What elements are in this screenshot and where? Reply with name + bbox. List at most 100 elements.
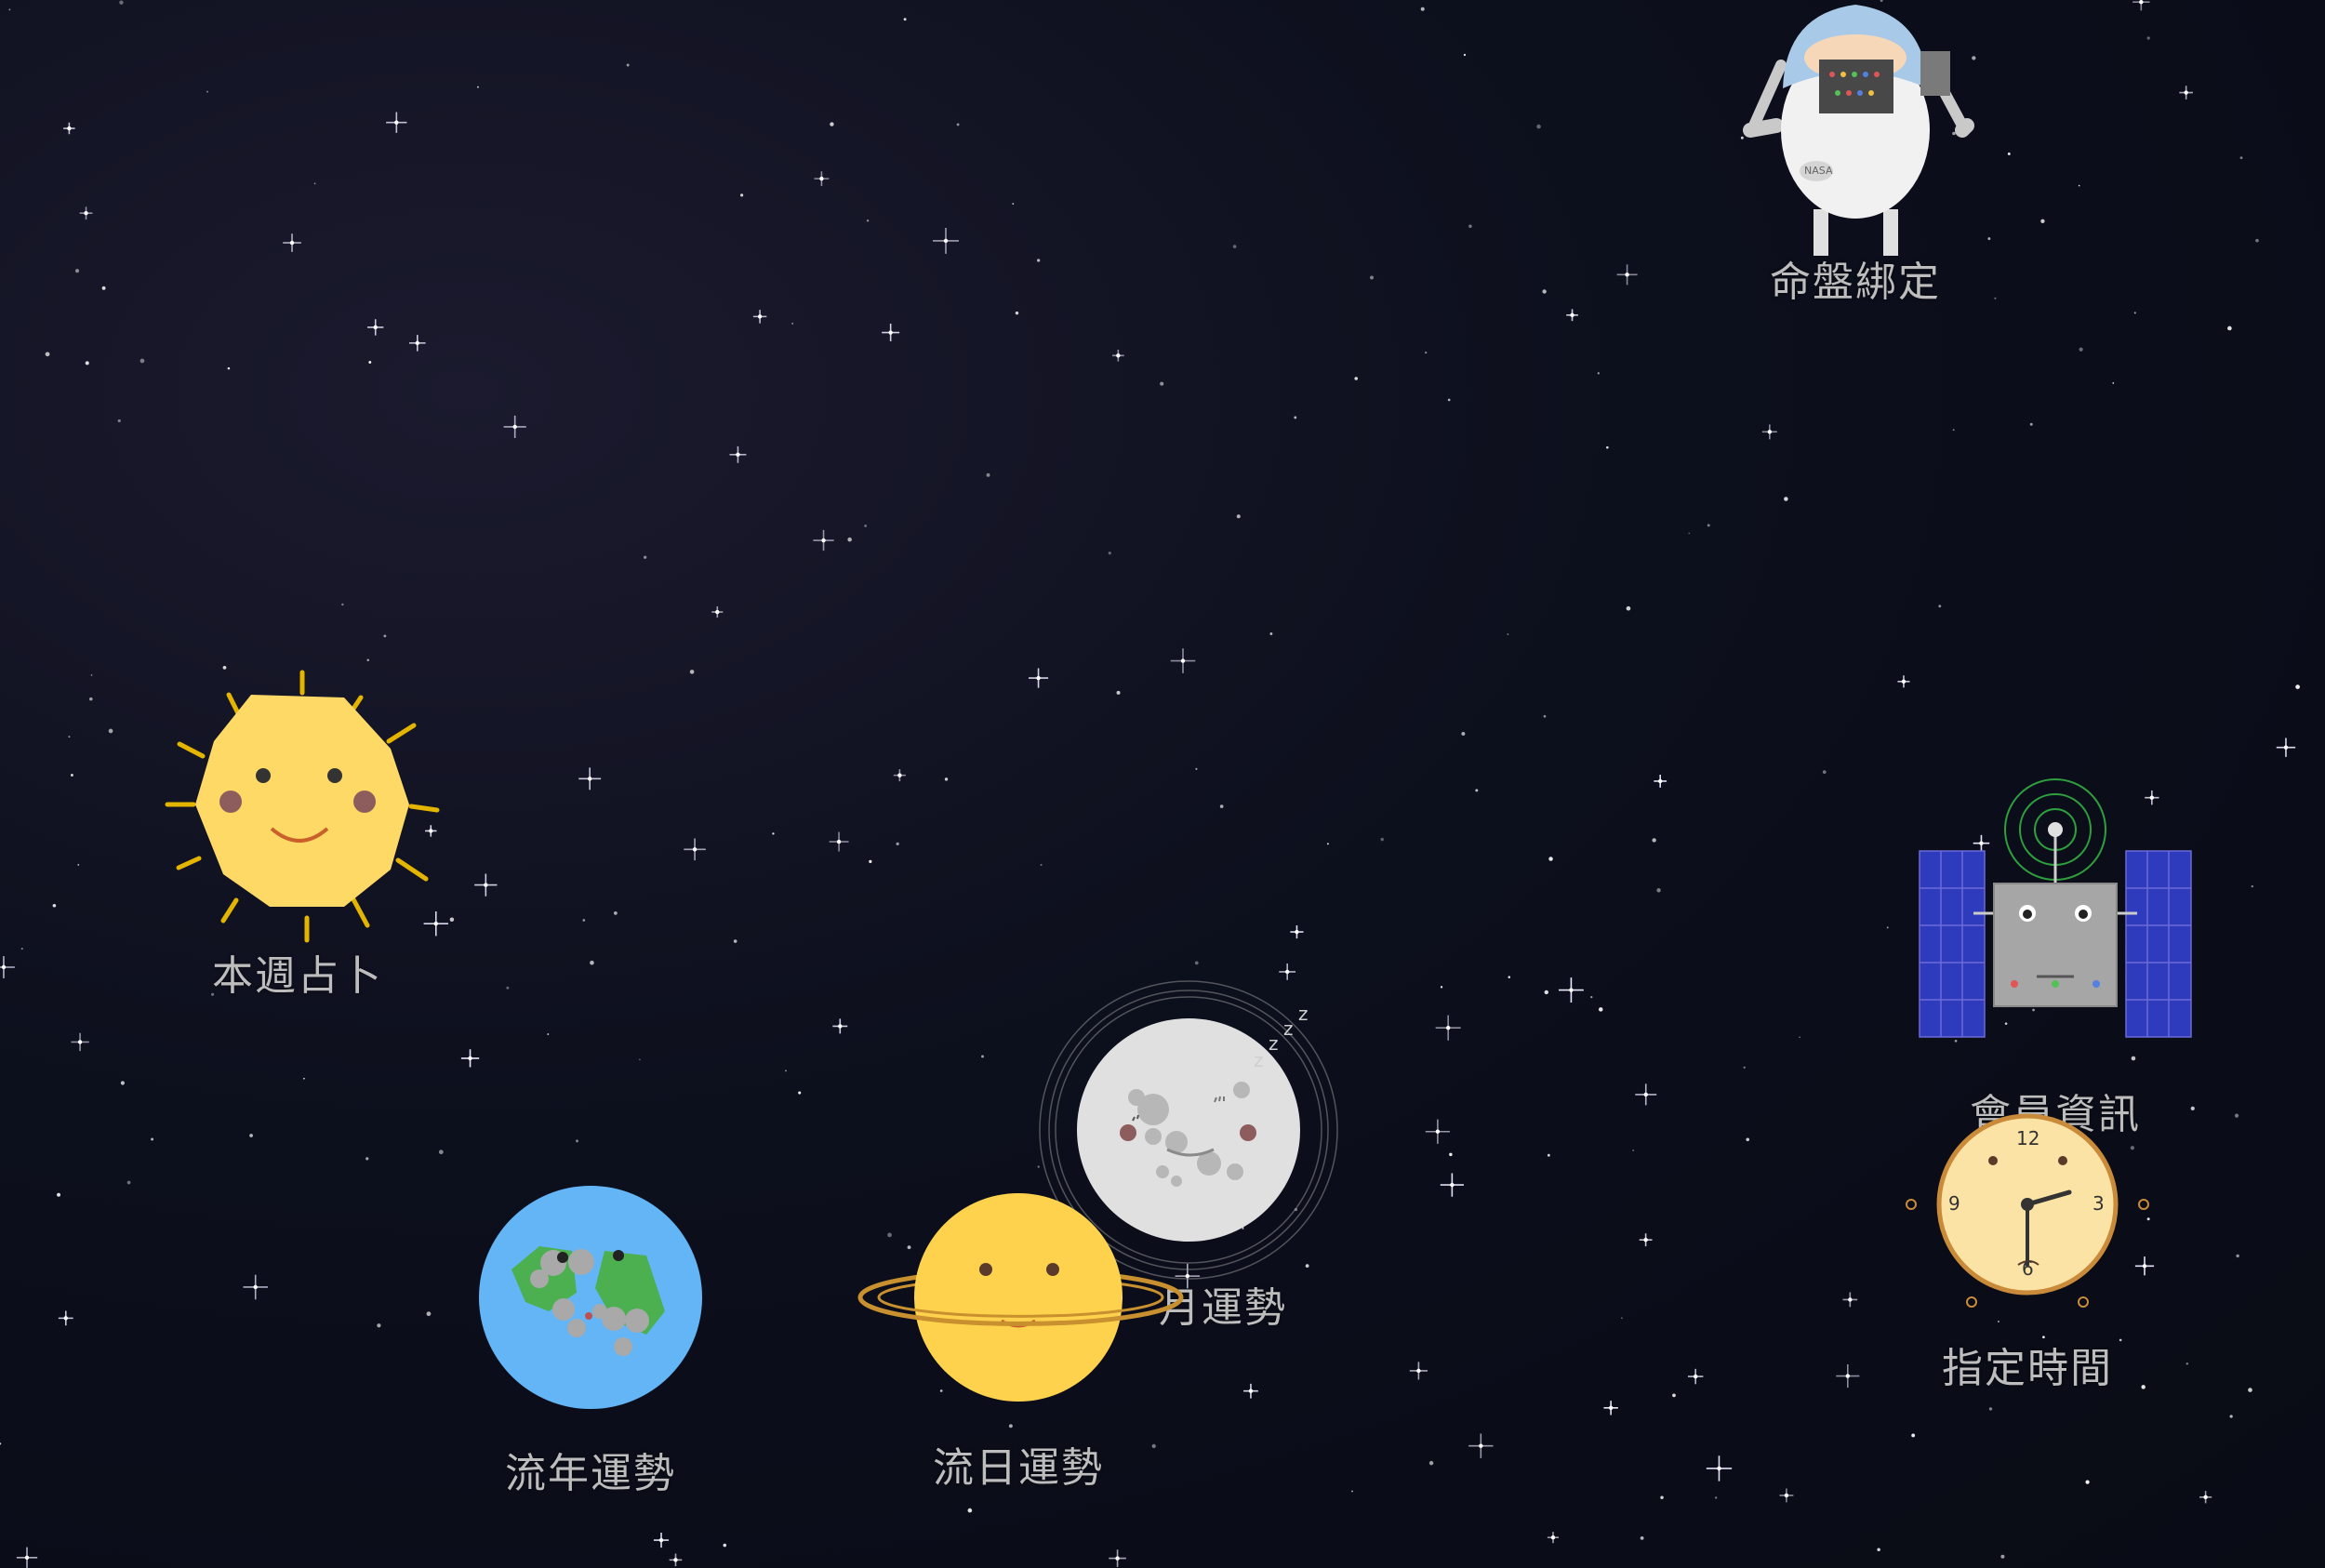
star xyxy=(1640,1535,1644,1540)
star xyxy=(253,1284,258,1290)
star xyxy=(2139,0,2144,5)
star xyxy=(1598,1007,1603,1012)
star xyxy=(1447,398,1451,402)
star xyxy=(1479,1443,1483,1448)
star xyxy=(1544,990,1549,995)
star xyxy=(639,1058,641,1061)
star xyxy=(8,8,11,11)
star xyxy=(838,1024,843,1029)
daily-fortune-label: 流日運勢 xyxy=(933,1444,1104,1492)
star xyxy=(77,1040,83,1044)
annual-fortune-button[interactable]: 流年運勢 xyxy=(474,1181,707,1497)
star xyxy=(1507,633,1509,635)
star xyxy=(2255,238,2259,243)
star xyxy=(2186,1362,2189,1365)
star xyxy=(1548,857,1553,861)
star xyxy=(438,1149,444,1155)
star xyxy=(1284,969,1290,975)
star xyxy=(365,1157,369,1161)
star xyxy=(108,728,113,734)
member-info-button[interactable]: 會員資訊 xyxy=(1916,778,2195,1153)
star xyxy=(84,211,88,216)
star xyxy=(1424,351,1428,354)
star xyxy=(1911,1433,1916,1438)
star xyxy=(1449,1152,1453,1157)
star xyxy=(1461,732,1466,736)
star xyxy=(1219,804,1224,808)
chart-binding-label: 命盤綁定 xyxy=(1770,259,1941,306)
star xyxy=(836,839,842,844)
star xyxy=(1351,1490,1353,1493)
star xyxy=(126,1180,131,1185)
star xyxy=(1688,532,1691,535)
star xyxy=(383,634,387,638)
star xyxy=(1536,124,1541,129)
star xyxy=(449,917,455,922)
star xyxy=(1440,986,1443,989)
star xyxy=(140,358,145,364)
star xyxy=(1767,430,1773,434)
star xyxy=(1420,7,1425,11)
star xyxy=(289,240,295,246)
weekly-divination-button[interactable]: 本週占卜 xyxy=(158,656,446,1000)
sun-icon xyxy=(165,670,440,943)
star xyxy=(75,269,80,273)
star xyxy=(1326,843,1329,845)
star xyxy=(2251,884,2254,888)
star xyxy=(888,330,893,335)
star xyxy=(1606,445,1609,449)
specified-time-button[interactable]: 12 3 6 9 指定時間 xyxy=(1897,1107,2176,1404)
star xyxy=(1743,1066,1746,1069)
star xyxy=(1468,224,1472,228)
star xyxy=(119,0,124,5)
star xyxy=(89,697,93,701)
star xyxy=(313,182,316,185)
star xyxy=(1901,679,1906,684)
star xyxy=(1625,272,1629,277)
star xyxy=(582,919,586,922)
star xyxy=(1938,605,1942,608)
star xyxy=(2078,184,2080,187)
star xyxy=(1784,497,1788,501)
star xyxy=(590,960,594,965)
star xyxy=(1994,297,1997,299)
star xyxy=(2248,1388,2252,1392)
sleep-z-1: z xyxy=(1254,1049,1264,1071)
star xyxy=(1848,1297,1853,1302)
star xyxy=(117,419,121,423)
star xyxy=(1988,1407,1993,1411)
star xyxy=(2000,1554,2005,1559)
star xyxy=(715,609,720,615)
star xyxy=(1248,1389,1254,1393)
star xyxy=(1987,237,1991,241)
star xyxy=(20,947,23,950)
star xyxy=(1590,995,1593,999)
star xyxy=(468,1056,472,1061)
star xyxy=(866,219,870,222)
star xyxy=(1626,605,1631,611)
star xyxy=(1015,311,1019,315)
chart-binding-button[interactable]: NASA 命盤綁定 xyxy=(1730,0,1981,307)
star xyxy=(1715,1496,1718,1499)
star xyxy=(101,286,106,290)
star xyxy=(784,1070,787,1072)
star xyxy=(740,193,744,197)
star xyxy=(626,63,630,67)
star xyxy=(477,86,479,88)
star xyxy=(981,1055,984,1058)
star xyxy=(373,325,378,330)
star xyxy=(798,1091,802,1095)
star xyxy=(1608,1405,1614,1410)
weekly-divination-label: 本週占卜 xyxy=(212,952,383,1000)
star xyxy=(1354,377,1358,380)
star xyxy=(52,903,57,908)
star xyxy=(2283,745,2289,750)
star xyxy=(547,1033,550,1035)
star xyxy=(943,238,949,244)
star xyxy=(1416,1368,1421,1374)
star xyxy=(63,1316,68,1321)
star xyxy=(613,911,618,915)
daily-fortune-button[interactable]: 流日運勢 xyxy=(851,1181,1186,1497)
star xyxy=(227,366,231,370)
saturn-icon xyxy=(857,1193,1184,1402)
